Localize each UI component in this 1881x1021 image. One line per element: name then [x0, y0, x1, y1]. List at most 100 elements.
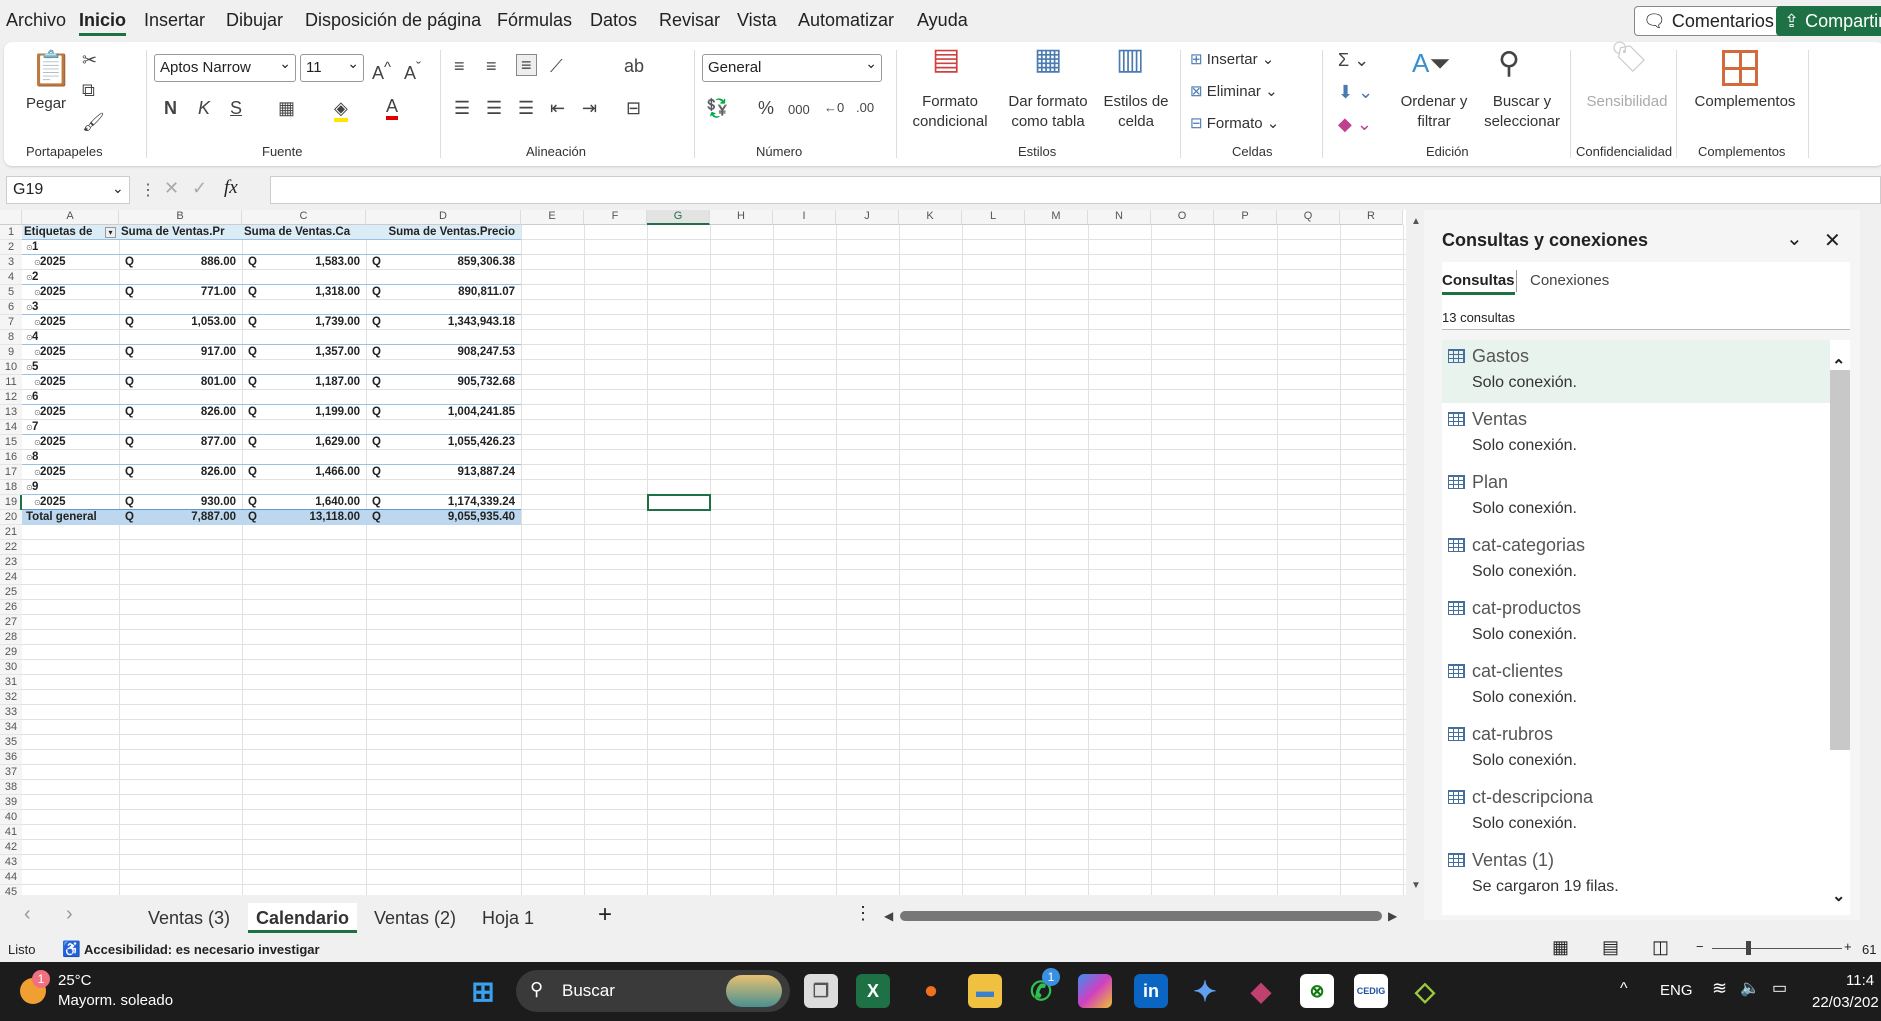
fill-color-icon[interactable]: ◈: [334, 98, 348, 122]
row-header[interactable]: 27: [0, 615, 22, 630]
thousands-button[interactable]: 000: [788, 100, 810, 120]
pivot-header[interactable]: Suma de Ventas.Ca: [244, 225, 366, 240]
align-middle-icon[interactable]: ≡: [486, 56, 497, 76]
row-header[interactable]: 31: [0, 675, 22, 690]
cedig-icon[interactable]: CEDIG: [1354, 974, 1388, 1008]
value-cell[interactable]: 1,357.00: [242, 345, 360, 360]
insert-cells-button[interactable]: ⊞ Insertar ⌄: [1190, 50, 1274, 70]
row-header[interactable]: 35: [0, 735, 22, 750]
column-header[interactable]: R: [1340, 210, 1403, 225]
menu-item[interactable]: Vista: [737, 10, 777, 31]
value-cell[interactable]: 771.00: [119, 285, 236, 300]
vertical-scrollbar[interactable]: ▲ ▼: [1408, 210, 1424, 895]
insert-function-button[interactable]: fx: [224, 177, 238, 199]
value-cell[interactable]: 877.00: [119, 435, 236, 450]
page-break-icon[interactable]: ◫: [1652, 937, 1669, 958]
zoom-slider-thumb[interactable]: [1746, 941, 1751, 955]
language-indicator[interactable]: ENG: [1660, 982, 1693, 999]
scroll-up-icon[interactable]: ▲: [1411, 216, 1421, 227]
row-label[interactable]: 2025: [40, 465, 66, 480]
platzi-icon[interactable]: ◇: [1408, 974, 1442, 1008]
row-header[interactable]: 12: [0, 390, 22, 405]
row-label[interactable]: 2025: [40, 315, 66, 330]
sort-filter-icon[interactable]: A⏷: [1412, 48, 1450, 78]
total-value[interactable]: 13,118.00: [242, 510, 360, 525]
row-header[interactable]: 25: [0, 585, 22, 600]
column-header[interactable]: D: [366, 210, 521, 225]
row-header[interactable]: 24: [0, 570, 22, 585]
row-label[interactable]: 2: [32, 270, 38, 285]
font-color-icon[interactable]: A: [386, 96, 399, 120]
task-view-icon[interactable]: ❐: [804, 974, 838, 1008]
zoom-out-icon[interactable]: −: [1696, 939, 1704, 954]
value-cell[interactable]: 1,187.00: [242, 375, 360, 390]
orientation-icon[interactable]: ⟋: [550, 56, 563, 76]
menu-item[interactable]: Insertar: [144, 10, 205, 31]
enter-icon[interactable]: ✓: [192, 178, 207, 199]
autosum-icon[interactable]: Σ ⌄: [1338, 50, 1369, 70]
row-header[interactable]: 7: [0, 315, 22, 330]
row-header[interactable]: 5: [0, 285, 22, 300]
row-header[interactable]: 42: [0, 840, 22, 855]
browser-icon[interactable]: ●: [914, 974, 948, 1008]
sheet-tab[interactable]: Ventas (3): [140, 903, 238, 933]
value-cell[interactable]: 1,199.00: [242, 405, 360, 420]
merge-center-icon[interactable]: ⊟: [626, 98, 641, 118]
value-cell[interactable]: 905,732.68: [366, 375, 515, 390]
row-header[interactable]: 40: [0, 810, 22, 825]
wrap-text-icon[interactable]: ab: [624, 56, 644, 76]
xbox-icon[interactable]: ⊗: [1300, 974, 1334, 1008]
row-label[interactable]: 3: [32, 300, 38, 315]
number-format-select[interactable]: General: [702, 54, 882, 82]
zoom-in-icon[interactable]: +: [1844, 939, 1852, 954]
query-item[interactable]: ct-descripciona Solo conexión.: [1442, 781, 1830, 844]
decrease-indent-icon[interactable]: ⇤: [550, 98, 565, 118]
align-left-icon[interactable]: ☰: [454, 98, 470, 118]
row-header[interactable]: 18: [0, 480, 22, 495]
value-cell[interactable]: 1,466.00: [242, 465, 360, 480]
underline-button[interactable]: S: [230, 98, 242, 118]
chevron-down-icon[interactable]: ⌄: [112, 180, 124, 197]
bold-button[interactable]: N: [164, 98, 177, 118]
row-label[interactable]: 2025: [40, 435, 66, 450]
spreadsheet-grid[interactable]: A B C D E F G H I J K L M N O P Q R 1 2 3 4 5 6 7 8 9 10 11 12 13 14 15 1…: [0, 210, 1406, 895]
tab-consultas[interactable]: Consultas: [1442, 272, 1515, 295]
menu-item[interactable]: Datos: [590, 10, 637, 31]
value-cell[interactable]: 1,583.00: [242, 255, 360, 270]
file-explorer-icon[interactable]: ▬: [968, 974, 1002, 1008]
value-cell[interactable]: 886.00: [119, 255, 236, 270]
value-cell[interactable]: 1,640.00: [242, 495, 360, 510]
cut-icon[interactable]: ✂: [82, 50, 97, 70]
column-header[interactable]: B: [119, 210, 242, 225]
linkedin-icon[interactable]: in: [1134, 974, 1168, 1008]
clear-icon[interactable]: ◆ ⌄: [1338, 114, 1372, 134]
menu-item[interactable]: Disposición de página: [305, 10, 481, 31]
row-label[interactable]: 5: [32, 360, 38, 375]
scroll-right-icon[interactable]: ▶: [1388, 909, 1397, 923]
menu-item[interactable]: Dibujar: [226, 10, 283, 31]
row-header[interactable]: 21: [0, 525, 22, 540]
value-cell[interactable]: 1,174,339.24: [366, 495, 515, 510]
tab-conexiones[interactable]: Conexiones: [1530, 272, 1609, 289]
row-header[interactable]: 8: [0, 330, 22, 345]
wifi-icon[interactable]: ≋: [1712, 978, 1727, 999]
decrease-font-icon[interactable]: Aˇ: [404, 58, 421, 83]
column-header[interactable]: A: [22, 210, 119, 225]
row-label[interactable]: 2025: [40, 345, 66, 360]
excel-icon[interactable]: X: [856, 974, 890, 1008]
row-header[interactable]: 41: [0, 825, 22, 840]
decrease-decimal-icon[interactable]: .00: [856, 98, 874, 118]
show-hidden-icons[interactable]: ^: [1620, 980, 1628, 998]
add-sheet-button[interactable]: +: [598, 901, 612, 929]
value-cell[interactable]: 1,053.00: [119, 315, 236, 330]
row-header[interactable]: 38: [0, 780, 22, 795]
column-header[interactable]: E: [521, 210, 584, 225]
gemini-icon[interactable]: ✦: [1188, 974, 1222, 1008]
row-header[interactable]: 43: [0, 855, 22, 870]
addins-icon[interactable]: [1722, 50, 1758, 86]
close-icon[interactable]: ✕: [1824, 228, 1841, 253]
currency-icon[interactable]: 💱: [706, 98, 728, 118]
delete-cells-button[interactable]: ⊠ Eliminar ⌄: [1190, 82, 1278, 102]
row-header[interactable]: 37: [0, 765, 22, 780]
sheet-tab[interactable]: Hoja 1: [474, 903, 542, 933]
